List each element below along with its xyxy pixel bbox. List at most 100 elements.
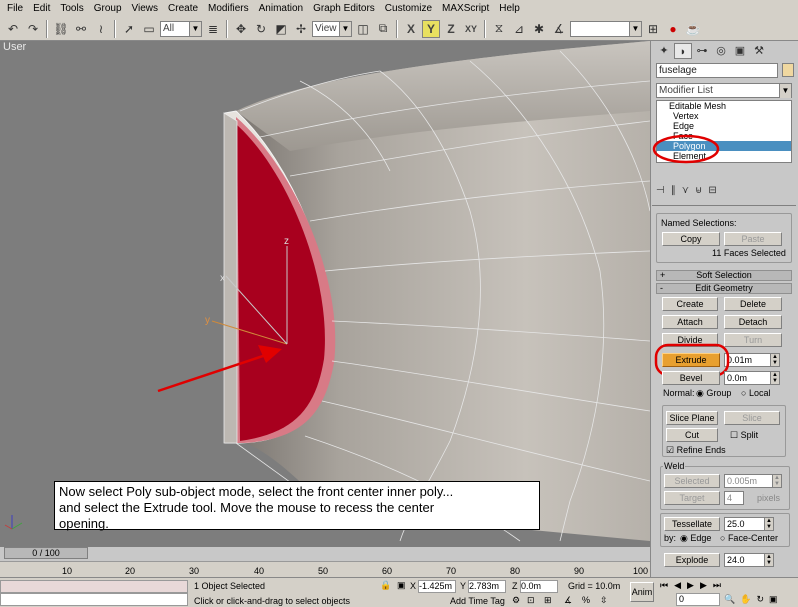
orbit-icon[interactable]: ↻ bbox=[756, 594, 764, 605]
object-color-swatch[interactable] bbox=[782, 63, 794, 77]
lock-selection-icon[interactable]: 🔒 bbox=[380, 580, 391, 591]
weld-target-button[interactable]: Target bbox=[664, 491, 720, 505]
selection-filter-dropdown[interactable]: All ▼ bbox=[160, 20, 202, 37]
object-name-field[interactable]: fuselage bbox=[656, 63, 778, 78]
absolute-mode-icon[interactable]: ▣ bbox=[397, 580, 406, 591]
create-button[interactable]: Create bbox=[662, 297, 718, 311]
tess-edge-radio[interactable]: ◉ Edge bbox=[680, 533, 711, 544]
restrict-y-icon[interactable]: Y bbox=[422, 19, 440, 38]
crossing-selection-icon[interactable]: ⊡ bbox=[527, 595, 535, 606]
rotate-icon[interactable]: ↻ bbox=[252, 20, 270, 38]
utilities-tab-icon[interactable]: ⚒ bbox=[750, 43, 768, 59]
split-checkbox[interactable]: ☐ Split bbox=[730, 430, 758, 441]
motion-tab-icon[interactable]: ◎ bbox=[712, 43, 730, 59]
current-frame-field[interactable]: 0 bbox=[676, 593, 720, 606]
tess-face-center-radio[interactable]: ○ Face-Center bbox=[720, 533, 778, 543]
pivot-center-icon[interactable]: ◫ bbox=[354, 20, 372, 38]
animate-button[interactable]: Anim bbox=[630, 582, 654, 602]
stack-item-edge[interactable]: Edge bbox=[657, 121, 791, 131]
y-coord-field[interactable]: 2.783m bbox=[468, 580, 506, 593]
hierarchy-tab-icon[interactable]: ⊶ bbox=[693, 43, 711, 59]
delete-button[interactable]: Delete bbox=[724, 297, 782, 311]
menu-maxscript[interactable]: MAXScript bbox=[437, 0, 494, 17]
tessellate-tension-spinner[interactable]: 25.0 ▲ ▼ bbox=[724, 517, 774, 531]
spinner-snap-icon[interactable]: ⇳ bbox=[600, 595, 608, 606]
menu-graph-editors[interactable]: Graph Editors bbox=[308, 0, 380, 17]
spinner-arrows-icon[interactable]: ▲ ▼ bbox=[770, 354, 779, 366]
render-icon[interactable]: ☕ bbox=[684, 20, 702, 38]
explode-angle-spinner[interactable]: 24.0 ▲ ▼ bbox=[724, 553, 774, 567]
menu-help[interactable]: Help bbox=[494, 0, 525, 17]
refine-ends-checkbox[interactable]: ☑ Refine Ends bbox=[666, 445, 726, 456]
display-tab-icon[interactable]: ▣ bbox=[731, 43, 749, 59]
stack-item-editable-mesh[interactable]: Editable Mesh bbox=[657, 101, 791, 111]
pan-icon[interactable]: ✋ bbox=[740, 594, 751, 605]
named-selection-sets-dropdown[interactable]: ▼ bbox=[570, 20, 642, 37]
select-manipulate-icon[interactable]: ✢ bbox=[292, 20, 310, 38]
menu-group[interactable]: Group bbox=[89, 0, 127, 17]
edit-geometry-rollout[interactable]: - Edit Geometry bbox=[656, 283, 792, 294]
slice-plane-button[interactable]: Slice Plane bbox=[666, 411, 718, 425]
menu-tools[interactable]: Tools bbox=[55, 0, 88, 17]
spinner-arrows-icon[interactable]: ▲ ▼ bbox=[770, 372, 779, 384]
go-to-start-icon[interactable]: ⏮ bbox=[660, 580, 668, 592]
snap-toggle-icon[interactable]: ⊞ bbox=[544, 595, 552, 606]
maximize-viewport-icon[interactable]: ▣ bbox=[769, 594, 778, 605]
configure-sets-icon[interactable]: ⊟ bbox=[708, 185, 716, 201]
modify-tab-icon[interactable]: ◗ bbox=[674, 43, 692, 59]
move-icon[interactable]: ✥ bbox=[232, 20, 250, 38]
tessellate-button[interactable]: Tessellate bbox=[664, 517, 720, 531]
next-frame-icon[interactable]: ▶ bbox=[700, 580, 707, 592]
x-coord-field[interactable]: -1.425m bbox=[418, 580, 456, 593]
bevel-amount-spinner[interactable]: 0.0m ▲ ▼ bbox=[724, 371, 780, 385]
restrict-z-icon[interactable]: Z bbox=[442, 20, 460, 38]
menu-edit[interactable]: Edit bbox=[28, 0, 55, 17]
slice-button[interactable]: Slice bbox=[724, 411, 780, 425]
menu-customize[interactable]: Customize bbox=[380, 0, 437, 17]
cut-button[interactable]: Cut bbox=[666, 428, 718, 442]
bind-space-warp-icon[interactable]: ≀ bbox=[92, 20, 110, 38]
degradation-override-icon[interactable]: ⚙ bbox=[512, 595, 520, 606]
select-arrow-icon[interactable]: ➚ bbox=[120, 20, 138, 38]
attach-button[interactable]: Attach bbox=[662, 315, 718, 329]
select-by-name-icon[interactable]: ≣ bbox=[204, 20, 222, 38]
maxscript-listener-mini[interactable] bbox=[0, 580, 188, 593]
weld-target-spinner[interactable]: 4 bbox=[724, 491, 744, 505]
normal-group-radio[interactable]: ◉ Group bbox=[696, 388, 731, 399]
time-slider[interactable]: 0 / 100 bbox=[4, 547, 88, 559]
z-coord-field[interactable]: 0.0m bbox=[520, 580, 558, 593]
explode-button[interactable]: Explode bbox=[664, 553, 720, 567]
paste-button[interactable]: Paste bbox=[724, 232, 782, 246]
stack-item-vertex[interactable]: Vertex bbox=[657, 111, 791, 121]
snap-icon[interactable]: ✱ bbox=[530, 20, 548, 38]
track-bar[interactable]: 10 20 30 40 50 60 70 80 90 100 bbox=[0, 561, 650, 577]
make-unique-icon[interactable]: ⋎ bbox=[682, 185, 689, 201]
unlink-icon[interactable]: ⚯ bbox=[72, 20, 90, 38]
weld-selected-button[interactable]: Selected bbox=[664, 474, 720, 488]
turn-button[interactable]: Turn bbox=[724, 333, 782, 347]
menu-modifiers[interactable]: Modifiers bbox=[203, 0, 254, 17]
undo-icon[interactable]: ↶ bbox=[4, 20, 22, 38]
menu-animation[interactable]: Animation bbox=[254, 0, 308, 17]
mirror-axis-icon[interactable]: ⧖ bbox=[490, 20, 508, 38]
show-end-result-icon[interactable]: ∥ bbox=[671, 185, 676, 201]
scale-icon[interactable]: ◩ bbox=[272, 20, 290, 38]
spinner-arrows-icon[interactable]: ▲ ▼ bbox=[764, 518, 773, 530]
menu-create[interactable]: Create bbox=[163, 0, 203, 17]
menu-file[interactable]: File bbox=[2, 0, 28, 17]
link-icon[interactable]: ⛓ bbox=[52, 20, 70, 38]
spinner-arrows-icon[interactable]: ▲ ▼ bbox=[764, 554, 773, 566]
remove-modifier-icon[interactable]: ⊌ bbox=[695, 185, 702, 201]
material-editor-icon[interactable]: ● bbox=[664, 20, 682, 38]
maxscript-output-mini[interactable] bbox=[0, 593, 188, 606]
zoom-icon[interactable]: 🔍 bbox=[724, 594, 735, 605]
viewport-label[interactable]: User bbox=[3, 41, 26, 53]
create-tab-icon[interactable]: ✦ bbox=[655, 43, 673, 59]
restrict-x-icon[interactable]: X bbox=[402, 20, 420, 38]
viewport-user[interactable]: z y x User Now select Poly sub-object mo… bbox=[0, 41, 650, 547]
copy-button[interactable]: Copy bbox=[662, 232, 720, 246]
normal-local-radio[interactable]: ○ Local bbox=[741, 388, 770, 398]
extrude-amount-spinner[interactable]: 0.01m ▲ ▼ bbox=[724, 353, 780, 367]
schematic-view-icon[interactable]: ⊞ bbox=[644, 20, 662, 38]
angle-snap-toggle-icon[interactable]: ∡ bbox=[564, 595, 572, 606]
